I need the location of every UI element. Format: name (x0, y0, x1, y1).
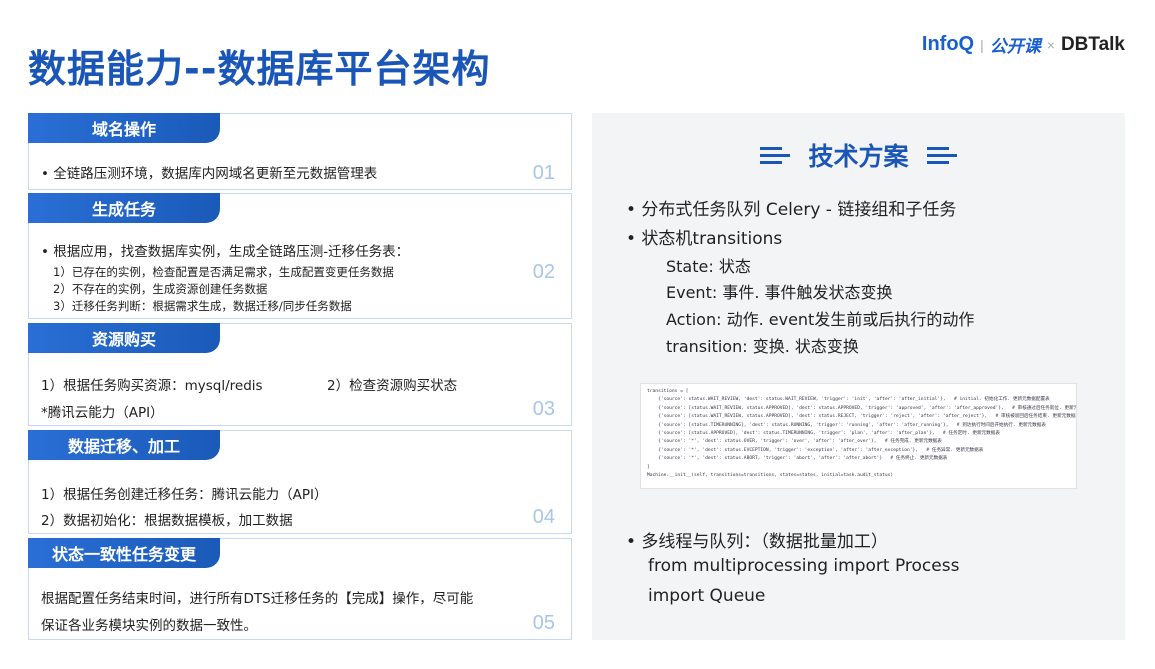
section-line: 根据配置任务结束时间，进行所有DTS迁移任务的【完成】操作，尽可能 (41, 591, 474, 607)
brand-cross: × (1046, 36, 1055, 53)
section-title: 域名操作 (28, 113, 220, 143)
section-line: 1）根据任务购买资源：mysql/redis (41, 378, 263, 394)
section-title: 数据迁移、加工 (28, 430, 220, 460)
section-subline: 2）不存在的实例，生成资源创建任务数据 (53, 282, 268, 296)
bullet-transitions: • 状态机transitions (626, 229, 783, 249)
section-title: 生成任务 (28, 193, 220, 223)
section-subline: 3）迁移任务判断：根据需求生成，数据迁移/同步任务数据 (53, 299, 352, 313)
section-number: 01 (532, 162, 555, 184)
section-number: 04 (532, 506, 555, 528)
section-line: 2）数据初始化：根据数据模板，加工数据 (41, 513, 293, 529)
section-title: 资源购买 (28, 323, 220, 353)
section-line: 保证各业务模块实例的数据一致性。 (41, 618, 257, 634)
section-subline: 1）已存在的实例，检查配置是否满足需求，生成配置变更任务数据 (53, 265, 394, 279)
section-number: 05 (532, 612, 555, 634)
bullet-celery: • 分布式任务队列 Celery - 链接组和子任务 (626, 200, 957, 220)
tech-solution-panel: 技术方案 • 分布式任务队列 Celery - 链接组和子任务 • 状态机tra… (592, 113, 1125, 640)
section-generate-tasks: 生成任务 • 根据应用，找查数据库实例，生成全链路压测-迁移任务表： 1）已存在… (28, 193, 572, 319)
left-dash-icon (760, 146, 791, 164)
infoq-logo: InfoQ (921, 33, 975, 55)
code-line-process: from multiprocessing import Process (648, 556, 960, 576)
section-line: • 全链路压测环境，数据库内网域名更新至元数据管理表 (41, 166, 378, 182)
sub-transition: transition: 变换. 状态变换 (666, 337, 859, 356)
section-resource-purchase: 资源购买 1）根据任务购买资源：mysql/redis 2）检查资源购买状态 *… (28, 323, 572, 426)
section-state-consistency: 状态一致性任务变更 根据配置任务结束时间，进行所有DTS迁移任务的【完成】操作，… (28, 538, 572, 640)
brand-separator: | (980, 36, 984, 53)
page-title: 数据能力--数据库平台架构 (28, 47, 491, 91)
code-snippet: transitions = [ {'source': status.WAIT_R… (640, 383, 1077, 489)
code-line-queue: import Queue (648, 586, 766, 606)
right-dash-icon (926, 146, 957, 164)
sub-event: Event: 事件. 事件触发状态变换 (666, 283, 893, 302)
section-number: 03 (532, 398, 555, 420)
bullet-multiprocessing: • 多线程与队列：（数据批量加工） (626, 532, 888, 552)
sub-state: State: 状态 (666, 257, 751, 276)
brand-logos: InfoQ | 公开课 × DBTalk (922, 32, 1125, 57)
section-domain-ops: 域名操作 • 全链路压测环境，数据库内网域名更新至元数据管理表 01 (28, 113, 572, 190)
dbtalk-logo: DBTalk (1060, 33, 1125, 55)
section-number: 02 (532, 261, 555, 283)
section-title: 状态一致性任务变更 (28, 538, 220, 568)
section-line: • 根据应用，找查数据库实例，生成全链路压测-迁移任务表： (41, 244, 410, 260)
sub-action: Action: 动作. event发生前或后执行的动作 (666, 310, 975, 329)
section-line: *腾讯云能力（API） (41, 405, 164, 421)
section-line: 2）检查资源购买状态 (327, 378, 458, 394)
section-line: 1）根据任务创建迁移任务：腾讯云能力（API） (41, 487, 328, 503)
gongkaike-logo: 公开课 (989, 37, 1041, 56)
panel-title: 技术方案 (808, 142, 909, 171)
panel-header: 技术方案 (592, 137, 1125, 173)
section-data-migration: 数据迁移、加工 1）根据任务创建迁移任务：腾讯云能力（API） 2）数据初始化：… (28, 430, 572, 534)
